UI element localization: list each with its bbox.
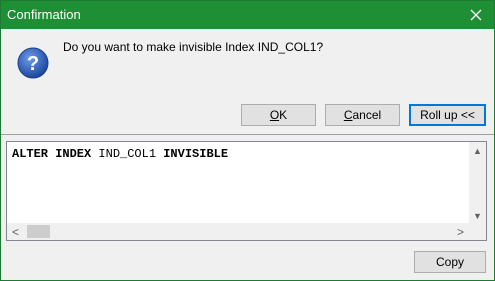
sql-keyword-invisible: INVISIBLE [163, 147, 229, 161]
confirmation-message: Do you want to make invisible Index IND_… [63, 40, 324, 54]
sql-keyword-alter-index: ALTER INDEX [12, 147, 92, 161]
roll-up-button[interactable]: Roll up << [409, 104, 486, 126]
cancel-button[interactable]: Cancel [325, 104, 400, 126]
separator [1, 134, 494, 135]
sql-statement: ALTER INDEX IND_COL1 INVISIBLE [12, 147, 228, 161]
scroll-right-arrow-icon[interactable]: > [452, 223, 469, 240]
scroll-corner [469, 223, 486, 240]
title-bar[interactable]: Confirmation [1, 1, 494, 29]
copy-button[interactable]: Copy [414, 251, 486, 273]
sql-index-name: IND_COL1 [98, 147, 157, 161]
ok-mnemonic: O [269, 108, 280, 122]
sql-text-area[interactable]: ALTER INDEX IND_COL1 INVISIBLE ▲ ▼ < > [6, 141, 487, 241]
question-icon: ? [17, 47, 49, 79]
cancel-label-rest: ancel [352, 108, 382, 122]
svg-text:?: ? [27, 53, 39, 75]
window-title: Confirmation [7, 7, 81, 22]
cancel-mnemonic: C [343, 108, 353, 122]
ok-label-rest: K [279, 108, 288, 122]
scroll-up-arrow-icon[interactable]: ▲ [469, 142, 486, 159]
scroll-left-arrow-icon[interactable]: < [7, 223, 24, 240]
vertical-scrollbar[interactable]: ▲ ▼ [469, 142, 486, 224]
close-button[interactable] [458, 1, 494, 29]
horizontal-scrollbar[interactable]: < > [7, 223, 469, 240]
scroll-down-arrow-icon[interactable]: ▼ [469, 207, 486, 224]
close-icon [470, 9, 482, 21]
horizontal-scroll-thumb[interactable] [27, 225, 50, 238]
ok-button[interactable]: OK [241, 104, 316, 126]
confirmation-dialog: Confirmation ? Do you want to make invis… [0, 0, 495, 281]
